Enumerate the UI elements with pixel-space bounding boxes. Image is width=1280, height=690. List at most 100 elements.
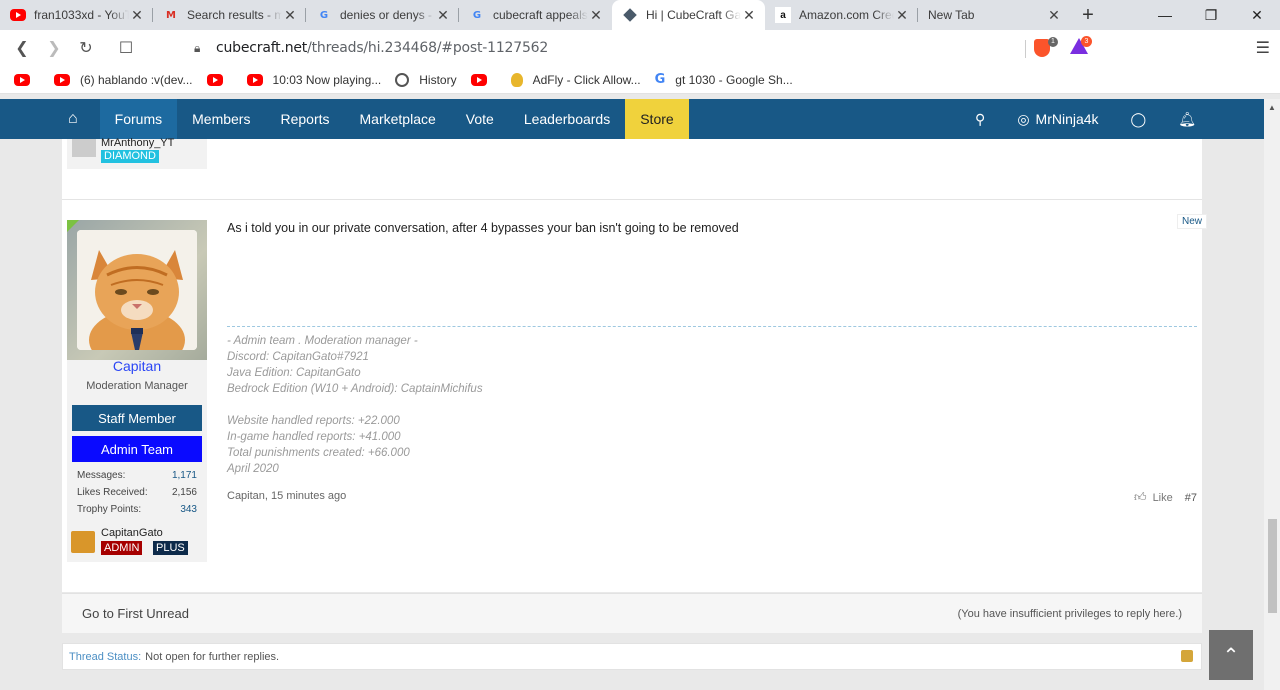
tab-title: fran1033xd - YouTube bbox=[34, 8, 129, 22]
scroll-to-top-button[interactable]: ⌃ bbox=[1209, 630, 1253, 680]
avatar[interactable] bbox=[77, 230, 197, 350]
bookmark-item[interactable]: Ggt 1030 - Google Sh... bbox=[655, 72, 793, 87]
nav-reports[interactable]: Reports bbox=[265, 99, 344, 139]
minecraft-account: CapitanGato ADMIN PLUS bbox=[67, 523, 207, 561]
post-message: As i told you in our private conversatio… bbox=[227, 221, 739, 235]
signature-line: Bedrock Edition (W10 + Android): Captain… bbox=[227, 383, 483, 395]
signature-line: Discord: CapitanGato#7921 bbox=[227, 351, 369, 363]
browser-tab-active[interactable]: Hi | CubeCraft Games ✕ bbox=[612, 0, 765, 30]
post-author-username[interactable]: Capitan bbox=[67, 358, 207, 374]
address-bar[interactable]: 🔒︎ cubecraft.net/threads/hi.234468/#post… bbox=[182, 33, 1098, 63]
browser-tab[interactable]: New Tab ✕ bbox=[918, 0, 1070, 30]
minimize-icon[interactable]: — bbox=[1142, 0, 1188, 30]
scrollbar-thumb[interactable] bbox=[1268, 519, 1277, 613]
adfly-icon bbox=[510, 72, 523, 87]
signature: - Admin team . Moderation manager - Disc… bbox=[227, 333, 483, 477]
tab-title: New Tab bbox=[928, 8, 975, 22]
tab-title: Search results - mail bbox=[187, 8, 282, 22]
user-title: Moderation Manager bbox=[86, 380, 188, 392]
google-icon: G bbox=[472, 9, 482, 21]
nav-store[interactable]: Store bbox=[625, 99, 689, 139]
home-icon[interactable]: ⌂ bbox=[0, 99, 100, 139]
signature-line: In-game handled reports: +41.000 bbox=[227, 431, 401, 443]
first-unread-link[interactable]: Go to First Unread bbox=[82, 606, 189, 621]
close-tab-icon[interactable]: ✕ bbox=[1046, 7, 1062, 24]
alerts-bell-icon[interactable]: 🔔︎ bbox=[1162, 111, 1264, 128]
browser-tab[interactable]: fran1033xd - YouTube ✕ bbox=[0, 0, 153, 30]
browser-tab[interactable]: G cubecraft appeals - Google ✕ bbox=[459, 0, 612, 30]
browser-tab[interactable]: a Amazon.com Credit ✕ bbox=[765, 0, 918, 30]
thread-status-label: Thread Status: bbox=[69, 650, 142, 663]
account-username: MrNinja4k bbox=[1035, 111, 1099, 127]
user-stats: Messages: 1,171 Likes Received: 2,156 Trop… bbox=[77, 467, 197, 518]
thread-status: Thread Status: Not open for further repl… bbox=[62, 643, 1202, 670]
back-icon[interactable]: ❮ bbox=[6, 32, 38, 64]
bookmark-item[interactable]: History bbox=[395, 72, 457, 87]
close-tab-icon[interactable]: ✕ bbox=[435, 7, 451, 24]
scroll-up-icon[interactable]: ▲ bbox=[1268, 103, 1276, 112]
nav-vote[interactable]: Vote bbox=[451, 99, 509, 139]
youtube-icon bbox=[246, 73, 263, 86]
close-window-icon[interactable]: ✕ bbox=[1234, 0, 1280, 30]
minecraft-name: CapitanGato bbox=[101, 527, 163, 539]
plus-tag: PLUS bbox=[153, 541, 188, 555]
restore-icon[interactable]: ❐ bbox=[1188, 0, 1234, 30]
forward-icon[interactable]: ❯ bbox=[38, 32, 70, 64]
cubecraft-icon bbox=[622, 7, 638, 23]
stat-value[interactable]: 1,171 bbox=[172, 470, 197, 481]
youtube-icon bbox=[14, 73, 30, 86]
close-tab-icon[interactable]: ✕ bbox=[741, 7, 757, 24]
signature-divider bbox=[227, 326, 1197, 327]
avatar bbox=[72, 139, 96, 157]
close-tab-icon[interactable]: ✕ bbox=[588, 7, 604, 24]
browser-tab-strip: fran1033xd - YouTube ✕ M Search results … bbox=[0, 0, 1280, 30]
previous-username[interactable]: MrAnthony_YT bbox=[101, 137, 174, 149]
window-controls: — ❐ ✕ bbox=[1142, 0, 1280, 30]
new-tab-button[interactable]: + bbox=[1074, 0, 1102, 30]
shields-count-badge: 1 bbox=[1048, 37, 1058, 47]
post-footer: Capitan, 15 minutes ago 👍︎ Like #7 bbox=[227, 490, 1197, 505]
bookmark-item[interactable]: 10:03 Now playing... bbox=[246, 73, 381, 87]
bookmark-item[interactable] bbox=[470, 73, 497, 86]
signature-line: Website handled reports: +22.000 bbox=[227, 415, 400, 427]
close-tab-icon[interactable]: ✕ bbox=[282, 7, 298, 24]
previous-post-user: MrAnthony_YT DIAMOND bbox=[67, 137, 207, 169]
user-icon: ◎ bbox=[1017, 110, 1030, 127]
tab-title: cubecraft appeals - Google bbox=[493, 8, 588, 22]
browser-tab[interactable]: G denies or denys - Google ✕ bbox=[306, 0, 459, 30]
thumbs-up-icon: 👍︎ bbox=[1134, 490, 1147, 504]
nav-forums[interactable]: Forums bbox=[99, 99, 178, 139]
account-link[interactable]: ◎ MrNinja4k bbox=[1001, 111, 1114, 128]
bookmark-item[interactable]: AdFly - Click Allow... bbox=[510, 72, 641, 87]
browser-tab[interactable]: M Search results - mail ✕ bbox=[153, 0, 306, 30]
minecraft-avatar bbox=[71, 531, 95, 553]
conversations-icon[interactable]: ◯ bbox=[1115, 111, 1163, 128]
bookmark-icon[interactable]: ☐ bbox=[110, 32, 142, 64]
close-tab-icon[interactable]: ✕ bbox=[129, 7, 145, 24]
like-button[interactable]: 👍︎ Like bbox=[1134, 490, 1173, 505]
stat-value[interactable]: 343 bbox=[180, 504, 197, 515]
nav-marketplace[interactable]: Marketplace bbox=[345, 99, 451, 139]
page-scrollbar[interactable]: ▲ bbox=[1264, 99, 1280, 690]
post-meta[interactable]: Capitan, 15 minutes ago bbox=[227, 490, 346, 502]
post-number-link[interactable]: #7 bbox=[1185, 492, 1197, 504]
nav-members[interactable]: Members bbox=[177, 99, 265, 139]
bookmark-item[interactable] bbox=[206, 73, 233, 86]
insufficient-privileges-note: (You have insufficient privileges to rep… bbox=[957, 607, 1182, 620]
browser-menu-icon[interactable]: ☰ bbox=[1256, 38, 1270, 58]
google-icon: G bbox=[654, 72, 666, 87]
youtube-icon bbox=[10, 7, 26, 23]
history-icon bbox=[395, 72, 410, 87]
nav-leaderboards[interactable]: Leaderboards bbox=[509, 99, 625, 139]
bookmark-item[interactable] bbox=[14, 73, 40, 86]
search-icon[interactable]: ⚲ bbox=[959, 111, 1001, 128]
url-text: cubecraft.net/threads/hi.234468/#post-11… bbox=[216, 40, 549, 56]
admin-team-banner: Admin Team bbox=[72, 436, 202, 462]
reload-icon[interactable]: ↻ bbox=[70, 32, 102, 64]
new-badge: New bbox=[1176, 214, 1207, 229]
google-icon: G bbox=[319, 9, 329, 21]
bookmark-item[interactable]: (6) hablando :v(dev... bbox=[54, 73, 193, 87]
gmail-icon: M bbox=[166, 9, 176, 21]
close-tab-icon[interactable]: ✕ bbox=[894, 7, 910, 24]
lock-icon bbox=[1181, 650, 1193, 662]
